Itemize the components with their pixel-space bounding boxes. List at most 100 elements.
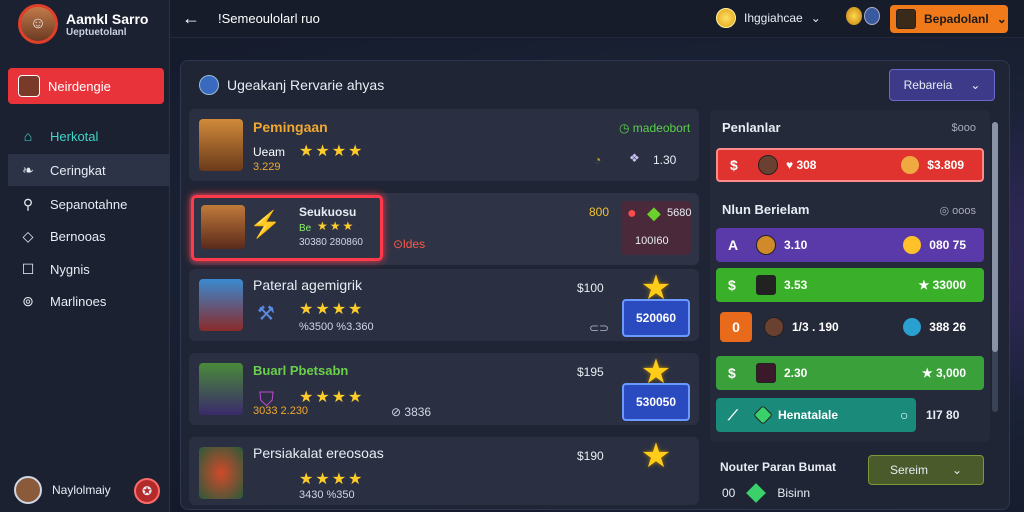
- item-price: $190: [577, 449, 604, 463]
- lightning-icon: ⚡: [249, 209, 282, 239]
- heart-icon: ●: [627, 205, 637, 222]
- tool-icon: ⚒: [257, 303, 275, 325]
- bar-avatar: [758, 155, 778, 175]
- character-portrait: [199, 447, 243, 499]
- scrollbar-thumb[interactable]: [992, 122, 998, 352]
- sidebar-item-label: Sepanotahne: [50, 196, 128, 212]
- toggle-icon[interactable]: ⊂⊃: [589, 321, 609, 335]
- profile[interactable]: ☺ Aamkl Sarro Ueptuetolanl: [18, 4, 148, 44]
- right-panel: Penlanlar $ooo $ ♥ 308 $3.809 Nlun Berie…: [710, 110, 990, 442]
- claim-button[interactable]: 530050: [622, 383, 690, 421]
- footer-avatar: [14, 476, 42, 504]
- star-rating: ★★★: [317, 219, 356, 233]
- bar-right: ★ 33000: [918, 278, 966, 292]
- ranking-bar[interactable]: $ ♥ 308 $3.809: [716, 148, 984, 182]
- sidebar-item-square[interactable]: ☐ Nygnis: [8, 253, 170, 285]
- circle-icon: ○: [900, 407, 909, 423]
- footer-line: 00 Bisinn: [722, 483, 810, 503]
- footer-username: Naylolmaiy: [52, 483, 111, 497]
- coin-icon: [903, 236, 922, 254]
- coin-stack-icon[interactable]: [846, 7, 880, 31]
- item-name: Buarl Pbetsabn: [253, 363, 349, 378]
- item-extra: ⊘ 3836: [391, 405, 432, 419]
- item-stat: %3500 %3.360: [299, 321, 374, 333]
- sidebar-active-item[interactable]: Neirdengie: [8, 68, 164, 104]
- item-status: ◷ madeobort: [619, 121, 691, 135]
- star-rating: ★★★★: [299, 471, 365, 488]
- scrollbar[interactable]: [992, 122, 998, 412]
- list-item[interactable]: Pemingaan Ueam ★★★★ 3.229 ◷ madeobort ◔ …: [189, 109, 699, 181]
- sidebar: ☺ Aamkl Sarro Ueptuetolanl Neirdengie ⌂ H…: [0, 0, 170, 512]
- ranking-bar[interactable]: $ 3.53 ★ 33000: [716, 268, 984, 302]
- gem-icon: [753, 405, 773, 425]
- sidebar-item-label: Marlinoes: [50, 293, 107, 309]
- sidebar-item-label: Bernooas: [50, 228, 106, 244]
- app-window: ☺ Aamkl Sarro Ueptuetolanl Neirdengie ⌂ H…: [0, 0, 1024, 512]
- character-portrait: [201, 205, 245, 249]
- reward-claim[interactable]: ★ 530050: [621, 355, 691, 423]
- panel-action-button[interactable]: Rebareia ⌄: [889, 69, 995, 101]
- item-tag: Be: [299, 223, 312, 234]
- arrow-left-icon[interactable]: ←: [182, 8, 200, 29]
- item-name: Pemingaan: [253, 119, 328, 135]
- sidebar-item-label: Herkotal: [50, 128, 99, 144]
- ranking-bar[interactable]: A 3.10 080 75: [716, 228, 984, 262]
- reward-claim[interactable]: ★ 520060: [621, 271, 691, 339]
- sidebar-item-tag[interactable]: ◇ Bernooas: [8, 220, 170, 252]
- ranking-bar[interactable]: $ 2.30 ★ 3,000: [716, 356, 984, 390]
- sidebar-item-settings[interactable]: ⊚ Marlinoes: [8, 285, 170, 317]
- footer-title: Nouter Paran Bumat: [720, 460, 837, 474]
- currency-dropdown[interactable]: Ihggiahcae ⌄: [716, 8, 821, 28]
- bar-lead: $: [730, 157, 738, 173]
- sidebar-item-search[interactable]: ⚲ Sepanotahne: [8, 188, 170, 220]
- ranking-bar[interactable]: 0 1/3 . 190 388 26: [716, 310, 984, 344]
- section-title: Penlanlar: [722, 120, 781, 135]
- footer-dropdown-button[interactable]: Sereim ⌄: [868, 455, 984, 485]
- reward-box[interactable]: ● ◆ 5680 100I60: [621, 201, 691, 255]
- user-menu-button[interactable]: Bepadolanl ⌄: [890, 5, 1008, 33]
- gear-icon: ⊚: [22, 292, 34, 309]
- sidebar-footer-user[interactable]: Naylolmaiy ✪: [14, 476, 160, 504]
- star-rating: ★★★★: [299, 301, 365, 318]
- list-item[interactable]: ⛉ Buarl Pbetsabn ★★★★ 3033 2.230 ⊘ 3836 …: [189, 353, 699, 425]
- ranking-bar[interactable]: ⟋ Henatalale ○: [716, 398, 916, 432]
- footer-line-left: 00: [722, 486, 736, 500]
- sidebar-item-leaf[interactable]: ❧ Ceringkat: [8, 154, 170, 186]
- home-icon: ⌂: [23, 128, 33, 144]
- item-name: Seukuosu: [299, 205, 357, 219]
- notification-icon[interactable]: ✪: [134, 478, 160, 504]
- reward-value: 5680: [667, 207, 692, 219]
- star-icon: ★: [640, 437, 672, 475]
- gem-icon: ◆: [647, 203, 661, 223]
- chevron-down-icon: ⌄: [996, 12, 1007, 26]
- coin-icon: [903, 318, 922, 336]
- sidebar-item-home[interactable]: ⌂ Herkotal: [8, 120, 170, 152]
- bar-lead: A: [728, 237, 739, 253]
- bar-right: ★ 3,000: [921, 366, 966, 380]
- claim-button[interactable]: 520060: [622, 299, 690, 337]
- reward-count: 100I60: [635, 235, 669, 247]
- list-item[interactable]: Persiakalat ereosoas ★★★★ 3430 %350 $190…: [189, 437, 699, 505]
- topbar: ← !Semeoulolarl ruo Ihggiahcae ⌄ Bepadol…: [170, 0, 1024, 38]
- bar-right: 080 75: [929, 238, 966, 252]
- bar-avatar: [764, 317, 784, 337]
- avatar[interactable]: ☺: [18, 4, 58, 44]
- bar-value: 2.30: [784, 366, 808, 380]
- gem-icon: ❖: [629, 151, 640, 165]
- user-avatar-icon: [896, 9, 916, 29]
- reward-claim[interactable]: ★: [621, 439, 691, 507]
- bar-value: Henatalale: [778, 408, 839, 422]
- item-badge: ⊙ldes: [393, 237, 426, 251]
- bar-avatar: [756, 363, 776, 383]
- item-stat: 3.229: [253, 161, 281, 173]
- list-item[interactable]: ⚡ Seukuosu Be ★★★ 30380 280860 ⊙ldes 800…: [189, 193, 699, 265]
- timer-icon: ◔: [594, 153, 602, 167]
- tag-icon: ◇: [22, 227, 34, 244]
- star-rating: ★★★★: [299, 389, 365, 406]
- bar-right: $3.809: [927, 158, 964, 172]
- profile-subtitle: Ueptuetolanl: [66, 26, 127, 38]
- gem-icon: [746, 483, 767, 503]
- profile-name: Aamkl Sarro: [66, 10, 149, 27]
- list-item[interactable]: ⚒ Pateral agemigrik ★★★★ %3500 %3.360 $1…: [189, 269, 699, 341]
- coin-icon: [901, 156, 920, 174]
